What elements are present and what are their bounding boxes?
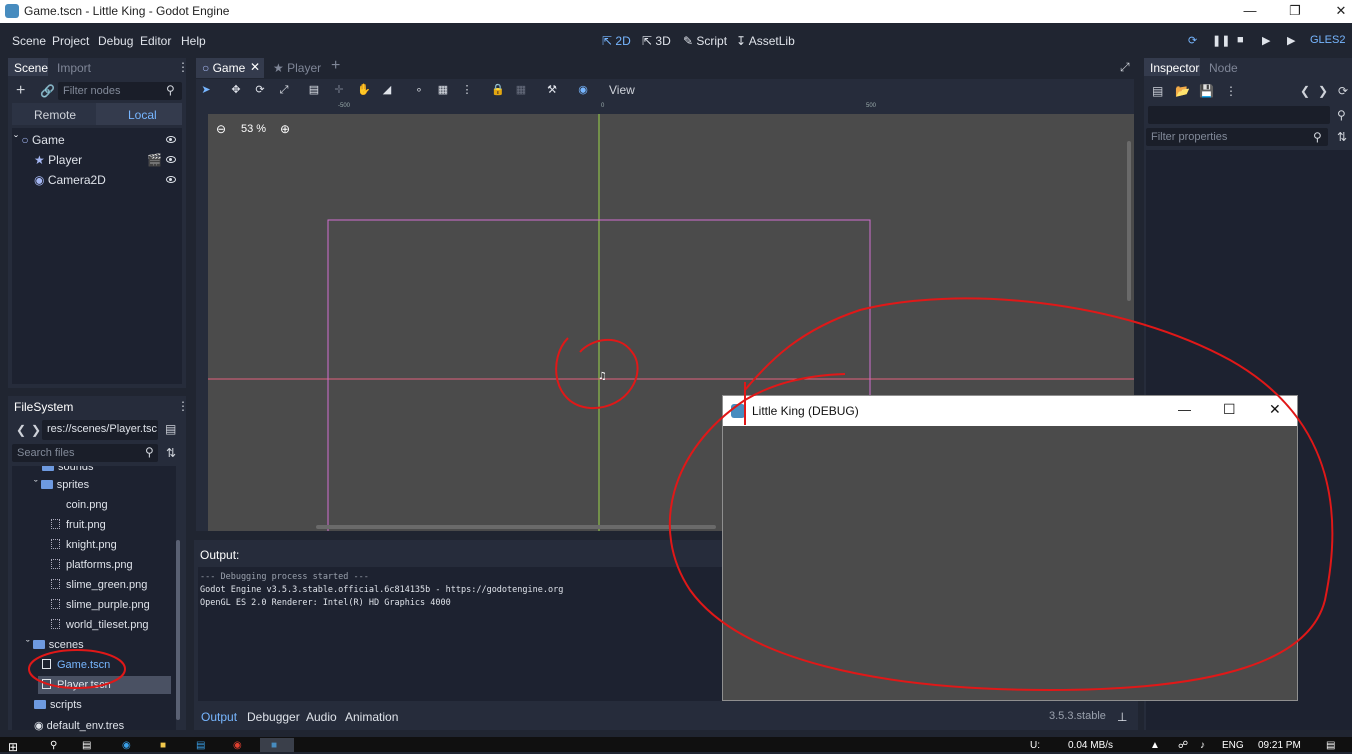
language-indicator[interactable]: ENG [1222, 740, 1244, 751]
annotation-circle [555, 337, 639, 410]
file-explorer-icon[interactable]: ■ [160, 740, 166, 751]
clock[interactable]: 09:21 PM [1258, 740, 1301, 751]
edge-icon[interactable]: ◉ [122, 740, 131, 751]
chrome-icon[interactable]: ◉ [233, 740, 242, 751]
annotation-circle [28, 649, 126, 689]
task-view-icon[interactable]: ▤ [82, 740, 91, 751]
tray-icon[interactable]: ▲ [1150, 740, 1160, 751]
net-speed-label: U: [1030, 740, 1040, 751]
net-speed: 0.04 MB/s [1068, 740, 1114, 751]
godot-taskbar-icon: ■ [271, 740, 278, 751]
annotation-overlay [28, 297, 1334, 692]
network-icon[interactable]: ☍ [1178, 740, 1188, 751]
notifications-icon[interactable]: ▤ [1326, 740, 1335, 751]
search-icon[interactable]: ⚲ [50, 740, 57, 751]
annotation-circle [668, 297, 1334, 692]
store-icon[interactable]: ▤ [196, 740, 205, 751]
volume-icon[interactable]: ♪ [1200, 740, 1205, 751]
